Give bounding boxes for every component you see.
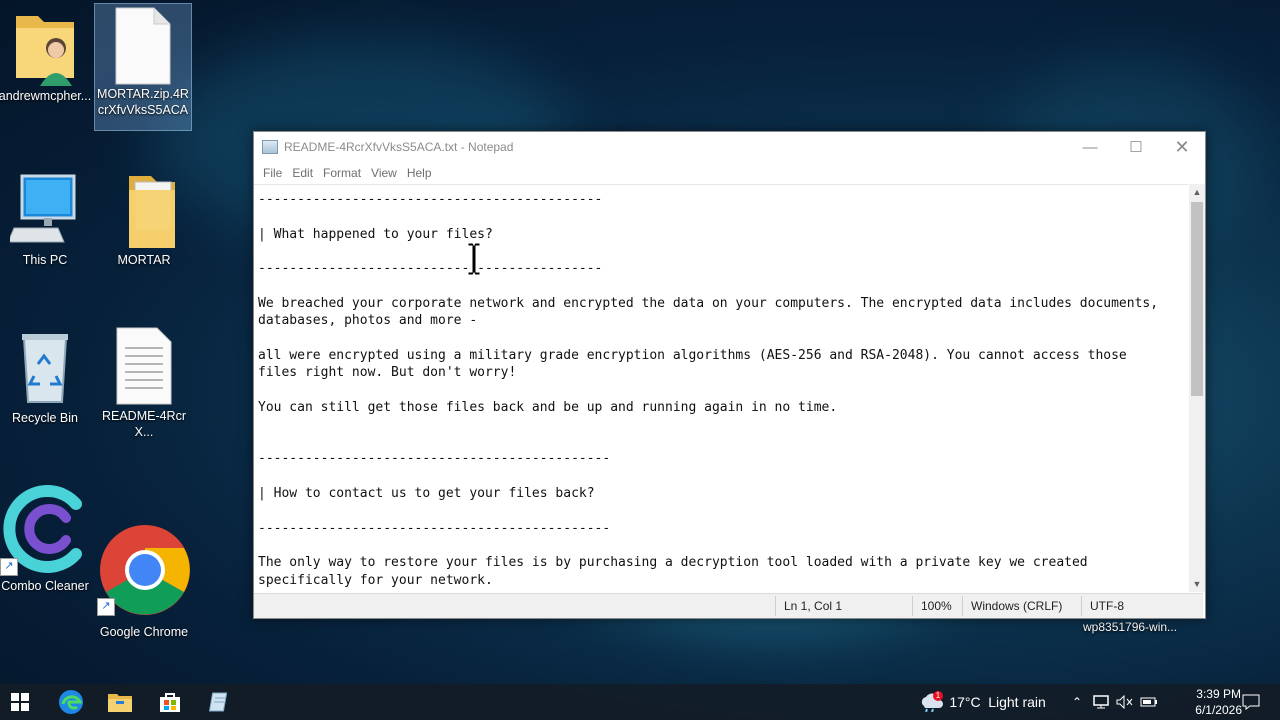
- zoom-level: 100%: [921, 599, 952, 613]
- document-line: files right now. But don't worry!: [258, 364, 517, 380]
- menu-view[interactable]: View: [366, 166, 402, 180]
- clock-time: 3:39 PM: [1196, 687, 1241, 701]
- menu-help[interactable]: Help: [402, 166, 437, 180]
- recycle-bin-icon: [10, 328, 80, 408]
- notepad-icon: [262, 140, 278, 154]
- start-button[interactable]: [0, 684, 40, 720]
- menu-format[interactable]: Format: [318, 166, 366, 180]
- desktop-icon-label: Recycle Bin: [12, 411, 78, 425]
- desktop-icon-label: MORTAR.zip.4RcrXfvVksS5ACA: [97, 87, 189, 117]
- file-explorer-icon: [108, 694, 132, 712]
- network-icon[interactable]: [1090, 684, 1112, 720]
- scrollbar-thumb[interactable]: [1191, 202, 1203, 396]
- desktop-icon-combo-cleaner[interactable]: ↗ Combo Cleaner: [0, 482, 94, 594]
- desktop-icon-label: Google Chrome: [99, 625, 189, 639]
- text-cursor-icon: [467, 242, 481, 276]
- taskbar: 17°C Light rain ⌃ 3:39 PM 6/1/2026: [0, 684, 1280, 720]
- desktop-icon-user-folder[interactable]: andrewmcpher...: [0, 6, 94, 104]
- document-line: ----------------------------------------…: [258, 520, 611, 536]
- desktop-icon-label: This PC: [22, 253, 68, 267]
- maximize-button[interactable]: ☐: [1113, 132, 1159, 162]
- notification-center-icon[interactable]: [1236, 684, 1266, 720]
- title-bar[interactable]: README-4RcrXfvVksS5ACA.txt - Notepad — ☐…: [254, 132, 1205, 162]
- store-icon: [160, 693, 180, 712]
- background-file-label: wp8351796-win...: [1083, 620, 1178, 634]
- encoding: UTF-8: [1090, 599, 1124, 613]
- menu-file[interactable]: File: [258, 166, 287, 180]
- menu-bar: File Edit Format View Help: [254, 162, 1205, 184]
- desktop-icon-label: andrewmcpher...: [0, 89, 92, 103]
- document-line: all were encrypted using a military grad…: [258, 347, 1127, 363]
- user-folder-icon: [10, 6, 80, 86]
- minimize-button[interactable]: —: [1067, 132, 1113, 162]
- text-editor[interactable]: ----------------------------------------…: [254, 184, 1188, 593]
- document-line: You can still get those files back and b…: [258, 399, 838, 415]
- desktop-icon-readme[interactable]: README-4RcrX...: [95, 326, 193, 440]
- desktop-icon-google-chrome[interactable]: ↗ Google Chrome: [95, 524, 193, 640]
- windows-logo-icon: [11, 693, 29, 711]
- weather-condition[interactable]: Light rain: [986, 684, 1048, 720]
- desktop-icon-label: Combo Cleaner: [1, 579, 89, 593]
- document-line: | What happened to your files?: [258, 226, 493, 242]
- document-line: ----------------------------------------…: [258, 451, 611, 467]
- battery-icon[interactable]: [1138, 684, 1160, 720]
- line-ending: Windows (CRLF): [971, 599, 1063, 613]
- folder-icon: [109, 170, 179, 250]
- document-line: ----------------------------------------…: [258, 261, 603, 277]
- desktop-icon-recycle-bin[interactable]: Recycle Bin: [0, 328, 94, 426]
- desktop-icon-label: MORTAR: [117, 253, 171, 267]
- show-hidden-icons-chevron-icon[interactable]: ⌃: [1066, 684, 1088, 720]
- notepad-window[interactable]: README-4RcrXfvVksS5ACA.txt - Notepad — ☐…: [253, 131, 1206, 619]
- edge-icon: [59, 690, 83, 714]
- computer-icon: [7, 170, 80, 250]
- document-line: We breached your corporate network and e…: [258, 295, 1159, 311]
- desktop-icon-mortar-zip[interactable]: MORTAR.zip.4RcrXfvVksS5ACA: [94, 3, 192, 131]
- scroll-up-arrow-icon[interactable]: ▲: [1189, 184, 1205, 200]
- taskbar-notepad[interactable]: [199, 684, 241, 720]
- status-bar: Ln 1, Col 1 100% Windows (CRLF) UTF-8: [254, 593, 1203, 618]
- document-text[interactable]: ----------------------------------------…: [254, 185, 1188, 589]
- window-title: README-4RcrXfvVksS5ACA.txt - Notepad: [284, 140, 514, 154]
- cursor-position: Ln 1, Col 1: [784, 599, 843, 613]
- notepad-icon: [209, 692, 228, 712]
- vertical-scrollbar[interactable]: ▲ ▼: [1189, 184, 1205, 592]
- clock-date: 6/1/2026: [1195, 703, 1242, 717]
- weather-widget[interactable]: [916, 684, 946, 720]
- desktop-icon-label: README-4RcrX...: [101, 409, 187, 439]
- desktop-icon-this-pc[interactable]: This PC: [0, 170, 94, 268]
- document-line: The only way to restore your files is by…: [258, 555, 1088, 571]
- taskbar-file-explorer[interactable]: [99, 684, 141, 720]
- desktop-icon-mortar-folder[interactable]: MORTAR: [95, 170, 193, 268]
- taskbar-store[interactable]: [149, 684, 191, 720]
- weather-temperature[interactable]: 17°C: [949, 684, 981, 720]
- taskbar-edge[interactable]: [50, 684, 92, 720]
- menu-edit[interactable]: Edit: [287, 166, 318, 180]
- blank-file-icon: [108, 4, 178, 85]
- shortcut-arrow-icon: ↗: [0, 558, 18, 576]
- weather-notification-badge: 1: [933, 691, 943, 701]
- scroll-down-arrow-icon[interactable]: ▼: [1189, 576, 1205, 592]
- system-clock[interactable]: 3:39 PM 6/1/2026: [1195, 686, 1242, 718]
- text-file-icon: [109, 326, 179, 406]
- document-line: databases, photos and more -: [258, 313, 478, 329]
- volume-muted-icon[interactable]: [1114, 684, 1136, 720]
- combo-cleaner-icon: ↗: [0, 482, 90, 576]
- shortcut-arrow-icon: ↗: [97, 598, 115, 616]
- document-line: specifically for your network.: [258, 572, 493, 588]
- document-line: ----------------------------------------…: [258, 192, 603, 207]
- document-line: | How to contact us to get your files ba…: [258, 486, 595, 502]
- chrome-icon: ↗: [97, 524, 191, 618]
- close-button[interactable]: ✕: [1159, 132, 1205, 162]
